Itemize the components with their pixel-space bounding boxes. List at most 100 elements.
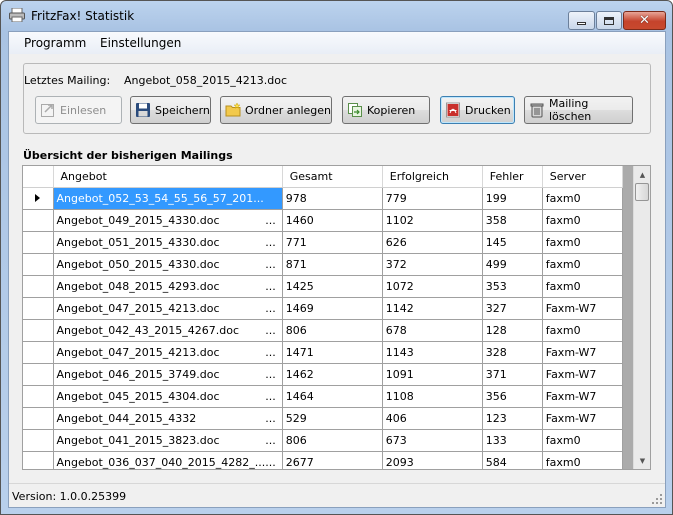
cell-gesamt[interactable]: 1460 (282, 209, 383, 232)
cell-fehler[interactable]: 145 (482, 231, 543, 254)
cell-angebot[interactable]: Angebot_050_2015_4330.doc... (53, 253, 283, 276)
mailings-grid[interactable]: Angebot Gesamt Erfolgreich Fehler Server… (22, 165, 651, 470)
row-header[interactable] (23, 253, 54, 276)
scroll-down-arrow-icon[interactable]: ▼ (634, 452, 650, 469)
row-header[interactable] (23, 297, 54, 320)
cell-gesamt[interactable]: 1464 (282, 385, 383, 408)
row-header[interactable] (23, 319, 54, 342)
ellipsis-button[interactable]: ... (265, 434, 276, 447)
cell-erfolgreich[interactable]: 678 (382, 319, 483, 342)
row-header[interactable] (23, 385, 54, 408)
table-row[interactable]: Angebot_047_2015_4213.doc... 1469 1142 327 F… (23, 297, 623, 320)
cell-fehler[interactable]: 358 (482, 209, 543, 232)
row-header[interactable] (23, 209, 54, 232)
cell-angebot[interactable]: Angebot_042_43_2015_4267.doc... (53, 319, 283, 342)
ellipsis-button[interactable]: ... (265, 258, 276, 271)
cell-erfolgreich[interactable]: 1142 (382, 297, 483, 320)
row-header[interactable] (23, 231, 54, 254)
cell-gesamt[interactable]: 1469 (282, 297, 383, 320)
cell-erfolgreich[interactable]: 626 (382, 231, 483, 254)
drucken-button[interactable]: Drucken (440, 96, 515, 124)
row-header[interactable] (23, 429, 54, 452)
cell-fehler[interactable]: 133 (482, 429, 543, 452)
maximize-button[interactable] (596, 11, 622, 30)
cell-server[interactable]: Faxm-W7 (542, 385, 623, 408)
ellipsis-button[interactable]: ... (265, 324, 276, 337)
cell-fehler[interactable]: 356 (482, 385, 543, 408)
cell-erfolgreich[interactable]: 372 (382, 253, 483, 276)
cell-erfolgreich[interactable]: 673 (382, 429, 483, 452)
cell-erfolgreich[interactable]: 2093 (382, 451, 483, 469)
close-button[interactable]: ✕ (623, 11, 666, 30)
speichern-button[interactable]: Speichern (130, 96, 211, 124)
cell-server[interactable]: faxm0 (542, 275, 623, 298)
cell-erfolgreich[interactable]: 779 (382, 187, 483, 210)
cell-server[interactable]: faxm0 (542, 319, 623, 342)
table-row[interactable]: Angebot_036_037_040_2015_4282_...... 2677… (23, 451, 623, 469)
ellipsis-button[interactable]: ... (265, 368, 276, 381)
cell-gesamt[interactable]: 871 (282, 253, 383, 276)
table-row[interactable]: Angebot_042_43_2015_4267.doc... 806 678 128… (23, 319, 623, 342)
cell-angebot[interactable]: Angebot_047_2015_4213.doc... (53, 297, 283, 320)
cell-angebot[interactable]: Angebot_052_53_54_55_56_57_201... (53, 187, 283, 210)
einlesen-button[interactable]: Einlesen (35, 96, 122, 124)
cell-erfolgreich[interactable]: 1102 (382, 209, 483, 232)
table-row[interactable]: Angebot_051_2015_4330.doc... 771 626 145 fax… (23, 231, 623, 254)
cell-fehler[interactable]: 353 (482, 275, 543, 298)
cell-angebot[interactable]: Angebot_046_2015_3749.doc... (53, 363, 283, 386)
menu-programm[interactable]: Programm (24, 36, 86, 50)
table-row[interactable]: Angebot_052_53_54_55_56_57_201... 978 779 1… (23, 187, 623, 210)
table-row[interactable]: Angebot_050_2015_4330.doc... 871 372 499 fax… (23, 253, 623, 276)
col-header-fehler[interactable]: Fehler (482, 166, 543, 188)
table-row[interactable]: Angebot_048_2015_4293.doc... 1425 1072 353 f… (23, 275, 623, 298)
cell-erfolgreich[interactable]: 1108 (382, 385, 483, 408)
ellipsis-button[interactable]: ... (265, 412, 276, 425)
cell-fehler[interactable]: 128 (482, 319, 543, 342)
cell-server[interactable]: faxm0 (542, 231, 623, 254)
cell-server[interactable]: faxm0 (542, 187, 623, 210)
cell-angebot[interactable]: Angebot_051_2015_4330.doc... (53, 231, 283, 254)
col-header-gesamt[interactable]: Gesamt (282, 166, 383, 188)
table-row[interactable]: Angebot_046_2015_3749.doc... 1462 1091 371 F… (23, 363, 623, 386)
title-bar[interactable]: FritzFax! Statistik ✕ (1, 1, 672, 31)
minimize-button[interactable] (568, 11, 595, 30)
cell-fehler[interactable]: 584 (482, 451, 543, 469)
mailing-loeschen-button[interactable]: Mailing löschen (524, 96, 633, 124)
cell-server[interactable]: Faxm-W7 (542, 363, 623, 386)
cell-gesamt[interactable]: 771 (282, 231, 383, 254)
table-row[interactable]: Angebot_044_2015_4332... 529 406 123 Faxm-W7 (23, 407, 623, 430)
cell-server[interactable]: faxm0 (542, 429, 623, 452)
ellipsis-button[interactable]: ... (265, 236, 276, 249)
cell-server[interactable]: faxm0 (542, 451, 623, 469)
row-header[interactable] (23, 275, 54, 298)
cell-erfolgreich[interactable]: 1091 (382, 363, 483, 386)
cell-angebot[interactable]: Angebot_045_2015_4304.doc... (53, 385, 283, 408)
cell-server[interactable]: faxm0 (542, 253, 623, 276)
row-header[interactable] (23, 407, 54, 430)
cell-gesamt[interactable]: 806 (282, 429, 383, 452)
menu-einstellungen[interactable]: Einstellungen (100, 36, 181, 50)
ellipsis-button[interactable]: ... (265, 214, 276, 227)
ellipsis-button[interactable]: ... (265, 390, 276, 403)
row-header[interactable] (23, 451, 54, 469)
row-header[interactable] (23, 363, 54, 386)
kopieren-button[interactable]: Kopieren (342, 96, 430, 124)
cell-gesamt[interactable]: 1462 (282, 363, 383, 386)
cell-fehler[interactable]: 327 (482, 297, 543, 320)
scroll-thumb[interactable] (635, 183, 649, 201)
cell-erfolgreich[interactable]: 406 (382, 407, 483, 430)
cell-gesamt[interactable]: 2677 (282, 451, 383, 469)
table-row[interactable]: Angebot_041_2015_3823.doc... 806 673 133 fax… (23, 429, 623, 452)
cell-angebot[interactable]: Angebot_041_2015_3823.doc... (53, 429, 283, 452)
cell-angebot[interactable]: Angebot_048_2015_4293.doc... (53, 275, 283, 298)
table-row[interactable]: Angebot_045_2015_4304.doc... 1464 1108 356 F… (23, 385, 623, 408)
vertical-scrollbar[interactable]: ▲ ▼ (633, 166, 650, 469)
scroll-up-arrow-icon[interactable]: ▲ (634, 166, 650, 183)
cell-angebot[interactable]: Angebot_044_2015_4332... (53, 407, 283, 430)
cell-server[interactable]: Faxm-W7 (542, 341, 623, 364)
cell-fehler[interactable]: 328 (482, 341, 543, 364)
row-header[interactable] (23, 187, 54, 210)
table-row[interactable]: Angebot_047_2015_4213.doc... 1471 1143 328 F… (23, 341, 623, 364)
col-header-server[interactable]: Server (542, 166, 623, 188)
ordner-anlegen-button[interactable]: Ordner anlegen (220, 96, 332, 124)
